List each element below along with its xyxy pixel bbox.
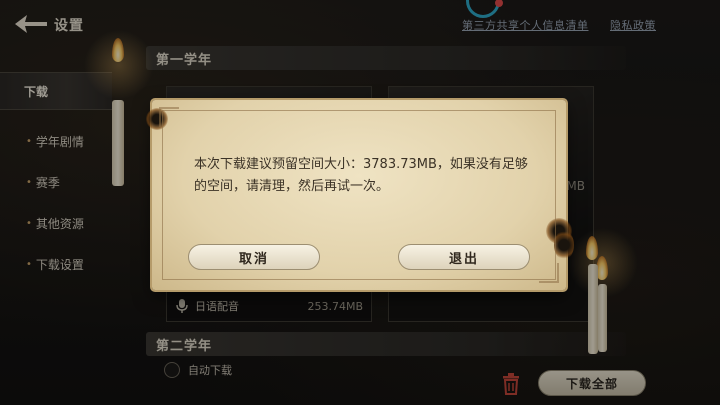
burn-mark (554, 230, 574, 260)
download-confirm-dialog: 本次下载建议预留空间大小：3783.73MB，如果没有足够的空间，请清理，然后再… (146, 100, 574, 290)
exit-button[interactable]: 退出 (398, 244, 530, 270)
cancel-button[interactable]: 取消 (188, 244, 320, 270)
dialog-message: 本次下载建议预留空间大小：3783.73MB，如果没有足够的空间，请清理，然后再… (194, 157, 528, 194)
